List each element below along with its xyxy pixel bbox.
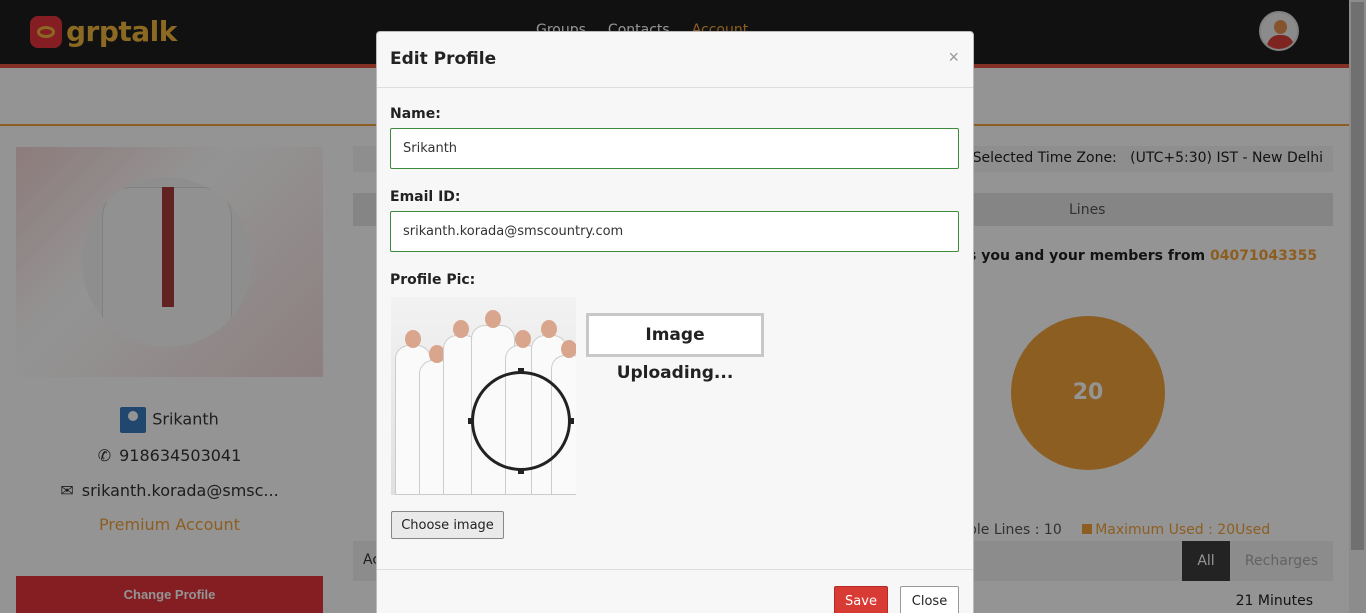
modal-header: Edit Profile × xyxy=(377,32,973,88)
email-label: Email ID: xyxy=(390,189,461,205)
modal-title: Edit Profile xyxy=(390,49,497,69)
crop-circle[interactable] xyxy=(471,371,571,471)
close-button[interactable]: Close xyxy=(900,586,959,613)
profile-pic-label: Profile Pic: xyxy=(390,272,476,288)
email-field[interactable] xyxy=(390,211,959,252)
crop-handle[interactable] xyxy=(468,418,474,424)
name-label: Name: xyxy=(390,106,441,122)
crop-handle[interactable] xyxy=(518,368,524,374)
name-field[interactable] xyxy=(390,128,959,169)
edit-profile-modal: Edit Profile × Name: Email ID: Profile P… xyxy=(376,31,974,613)
crop-handle[interactable] xyxy=(518,468,524,474)
image-uploading-message: Image Uploading... xyxy=(586,313,764,383)
save-button[interactable]: Save xyxy=(834,586,888,613)
choose-image-button[interactable]: Choose image xyxy=(391,511,504,539)
crop-handle[interactable] xyxy=(568,418,574,424)
profile-pic-preview[interactable] xyxy=(391,297,576,495)
close-icon[interactable]: × xyxy=(948,47,959,68)
